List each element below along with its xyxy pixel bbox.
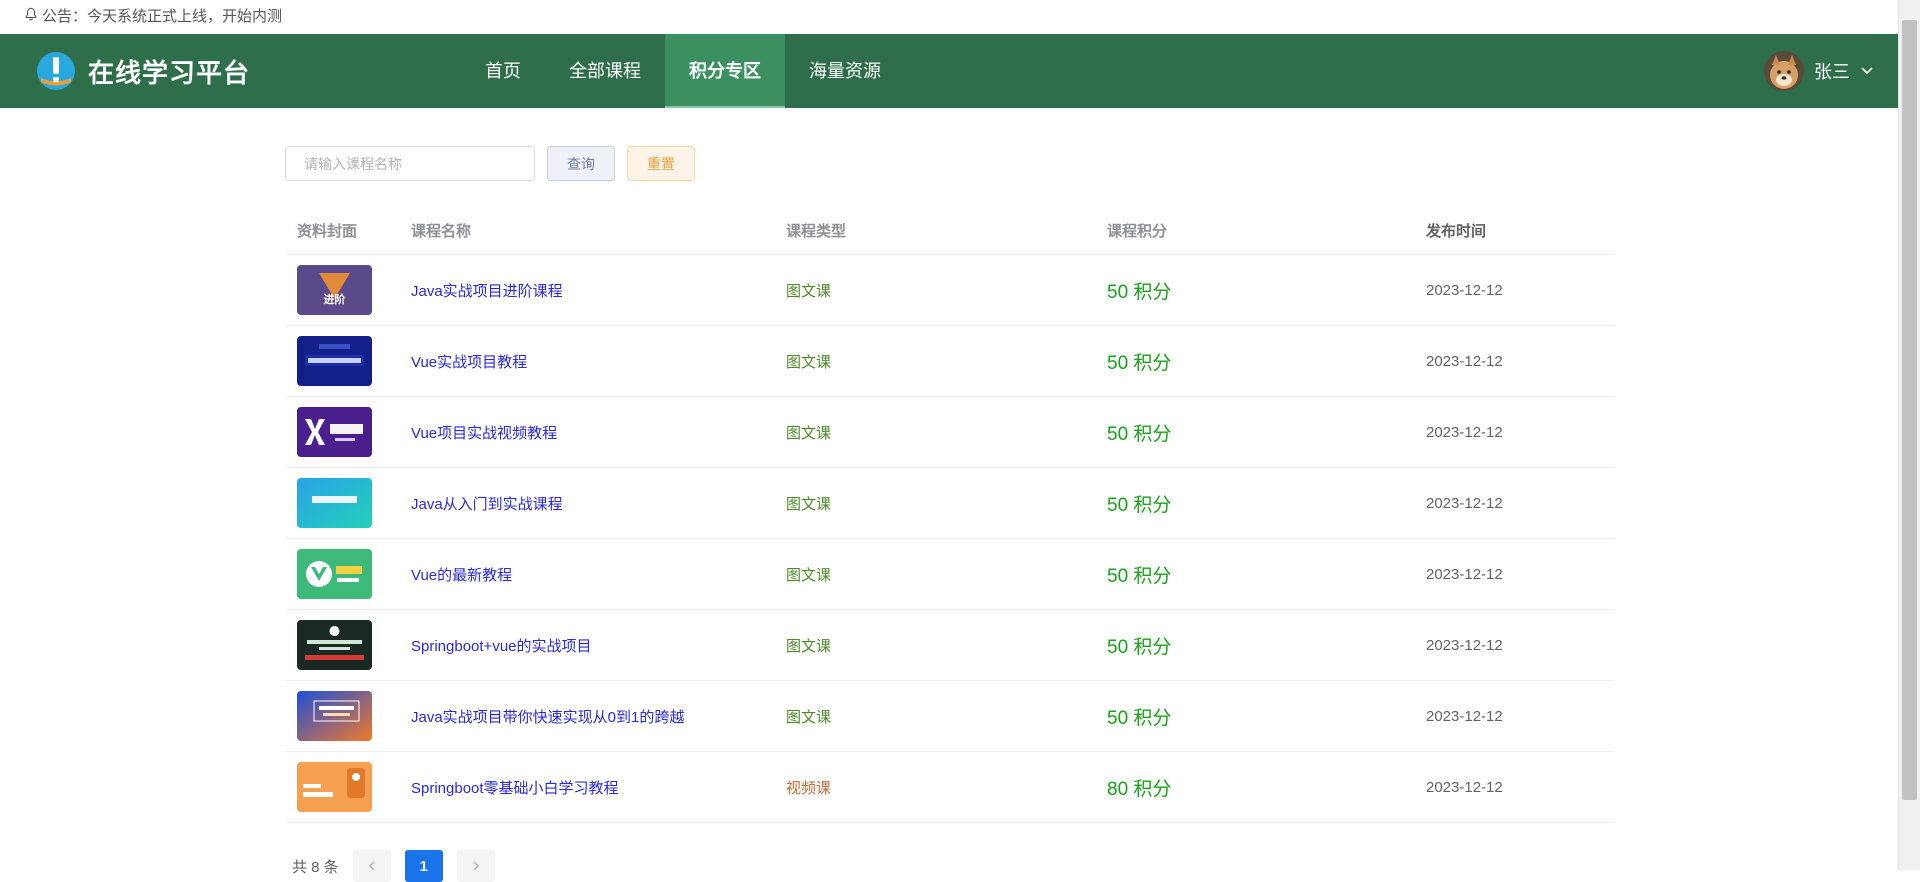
header-name: 课程名称 bbox=[411, 223, 472, 240]
course-score: 50 积分 bbox=[1107, 281, 1172, 303]
course-type: 图文课 bbox=[786, 566, 832, 584]
user-menu[interactable]: 张三 bbox=[1764, 34, 1874, 108]
course-table: 资料封面 课程名称 课程类型 课程积分 发布时间 进阶 Java实战项目进阶课程… bbox=[285, 207, 1615, 823]
course-name-link[interactable]: Springboot+vue的实战项目 bbox=[411, 638, 592, 655]
chevron-left-icon bbox=[368, 861, 375, 871]
course-type: 图文课 bbox=[786, 353, 832, 371]
nav-item-home[interactable]: 首页 bbox=[461, 34, 545, 108]
reset-button[interactable]: 重置 bbox=[627, 146, 695, 181]
publish-date: 2023-12-12 bbox=[1426, 281, 1503, 299]
course-cover-image[interactable] bbox=[297, 762, 372, 812]
course-name-link[interactable]: Springboot零基础小白学习教程 bbox=[411, 780, 619, 797]
course-score: 50 积分 bbox=[1107, 352, 1172, 374]
course-cover-image[interactable] bbox=[297, 691, 372, 741]
table-row: Vue实战项目教程 图文课 50 积分 2023-12-12 bbox=[285, 326, 1615, 397]
bell-icon bbox=[24, 0, 38, 34]
vertical-scrollbar[interactable] bbox=[1898, 0, 1920, 870]
publish-date: 2023-12-12 bbox=[1426, 636, 1503, 654]
publish-date: 2023-12-12 bbox=[1426, 423, 1503, 441]
table-row: Java从入门到实战课程 图文课 50 积分 2023-12-12 bbox=[285, 468, 1615, 539]
table-row: Vue的最新教程 图文课 50 积分 2023-12-12 bbox=[285, 539, 1615, 610]
scrollbar-thumb[interactable] bbox=[1902, 20, 1917, 800]
course-name-link[interactable]: Vue项目实战视频教程 bbox=[411, 425, 557, 442]
course-cover-image[interactable] bbox=[297, 478, 372, 528]
chevron-down-icon bbox=[1860, 61, 1874, 82]
next-page-button[interactable] bbox=[456, 850, 495, 882]
logo[interactable]: 在线学习平台 bbox=[36, 51, 461, 91]
publish-date: 2023-12-12 bbox=[1426, 352, 1503, 370]
course-cover-image[interactable] bbox=[297, 407, 372, 457]
course-name-link[interactable]: Java实战项目带你快速实现从0到1的跨越 bbox=[411, 709, 684, 726]
notice-bar: 公告：今天系统正式上线，开始内测 bbox=[0, 0, 1920, 34]
site-title: 在线学习平台 bbox=[88, 57, 251, 88]
page-number-current[interactable]: 1 bbox=[404, 850, 443, 882]
publish-date: 2023-12-12 bbox=[1426, 707, 1503, 725]
svg-text:进阶: 进阶 bbox=[324, 292, 347, 306]
nav-item-all-courses[interactable]: 全部课程 bbox=[545, 34, 665, 108]
query-button[interactable]: 查询 bbox=[547, 146, 615, 181]
course-type: 图文课 bbox=[786, 637, 832, 655]
course-cover-image[interactable] bbox=[297, 620, 372, 670]
main-nav: 首页 全部课程 积分专区 海量资源 bbox=[461, 34, 905, 108]
course-type: 图文课 bbox=[786, 495, 832, 513]
notice-text: 公告：今天系统正式上线，开始内测 bbox=[42, 8, 283, 25]
course-name-link[interactable]: Vue实战项目教程 bbox=[411, 354, 527, 371]
nav-item-points-zone[interactable]: 积分专区 bbox=[665, 34, 785, 108]
nav-item-resources[interactable]: 海量资源 bbox=[785, 34, 905, 108]
table-row: Springboot+vue的实战项目 图文课 50 积分 2023-12-12 bbox=[285, 610, 1615, 681]
pagination: 共 8 条 1 bbox=[292, 850, 495, 882]
chevron-right-icon bbox=[473, 861, 479, 871]
top-header: 在线学习平台 首页 全部课程 积分专区 海量资源 张三 bbox=[0, 34, 1898, 108]
header-cover: 资料封面 bbox=[297, 223, 358, 240]
publish-date: 2023-12-12 bbox=[1426, 565, 1503, 583]
course-score: 50 积分 bbox=[1107, 423, 1172, 445]
course-type: 图文课 bbox=[786, 708, 832, 726]
total-count: 共 8 条 bbox=[292, 858, 339, 876]
course-cover-image[interactable]: 进阶 bbox=[297, 265, 372, 315]
table-header: 资料封面 课程名称 课程类型 课程积分 发布时间 bbox=[285, 207, 1615, 255]
header-date: 发布时间 bbox=[1426, 223, 1487, 240]
course-score: 80 积分 bbox=[1107, 778, 1172, 800]
table-row: Springboot零基础小白学习教程 视频课 80 积分 2023-12-12 bbox=[285, 752, 1615, 823]
avatar bbox=[1764, 51, 1804, 91]
course-cover-image[interactable] bbox=[297, 549, 372, 599]
course-type: 视频课 bbox=[786, 779, 832, 797]
prev-page-button[interactable] bbox=[352, 850, 391, 882]
course-type: 图文课 bbox=[786, 282, 832, 300]
table-row: 进阶 Java实战项目进阶课程 图文课 50 积分 2023-12-12 bbox=[285, 255, 1615, 326]
publish-date: 2023-12-12 bbox=[1426, 778, 1503, 796]
table-row: Vue项目实战视频教程 图文课 50 积分 2023-12-12 bbox=[285, 397, 1615, 468]
course-cover-image[interactable] bbox=[297, 336, 372, 386]
course-name-link[interactable]: Java实战项目进阶课程 bbox=[411, 283, 563, 300]
course-name-link[interactable]: Vue的最新教程 bbox=[411, 567, 512, 584]
course-name-link[interactable]: Java从入门到实战课程 bbox=[411, 496, 563, 513]
course-type: 图文课 bbox=[786, 424, 832, 442]
course-score: 50 积分 bbox=[1107, 565, 1172, 587]
table-row: Java实战项目带你快速实现从0到1的跨越 图文课 50 积分 2023-12-… bbox=[285, 681, 1615, 752]
publish-date: 2023-12-12 bbox=[1426, 494, 1503, 512]
course-score: 50 积分 bbox=[1107, 707, 1172, 729]
exclamation-badge-icon bbox=[36, 51, 76, 91]
search-bar: 查询 重置 bbox=[285, 146, 695, 181]
course-score: 50 积分 bbox=[1107, 494, 1172, 516]
course-score: 50 积分 bbox=[1107, 636, 1172, 658]
user-name: 张三 bbox=[1814, 62, 1850, 82]
header-score: 课程积分 bbox=[1107, 223, 1168, 240]
course-search-input[interactable] bbox=[285, 146, 535, 181]
header-type: 课程类型 bbox=[786, 223, 847, 240]
